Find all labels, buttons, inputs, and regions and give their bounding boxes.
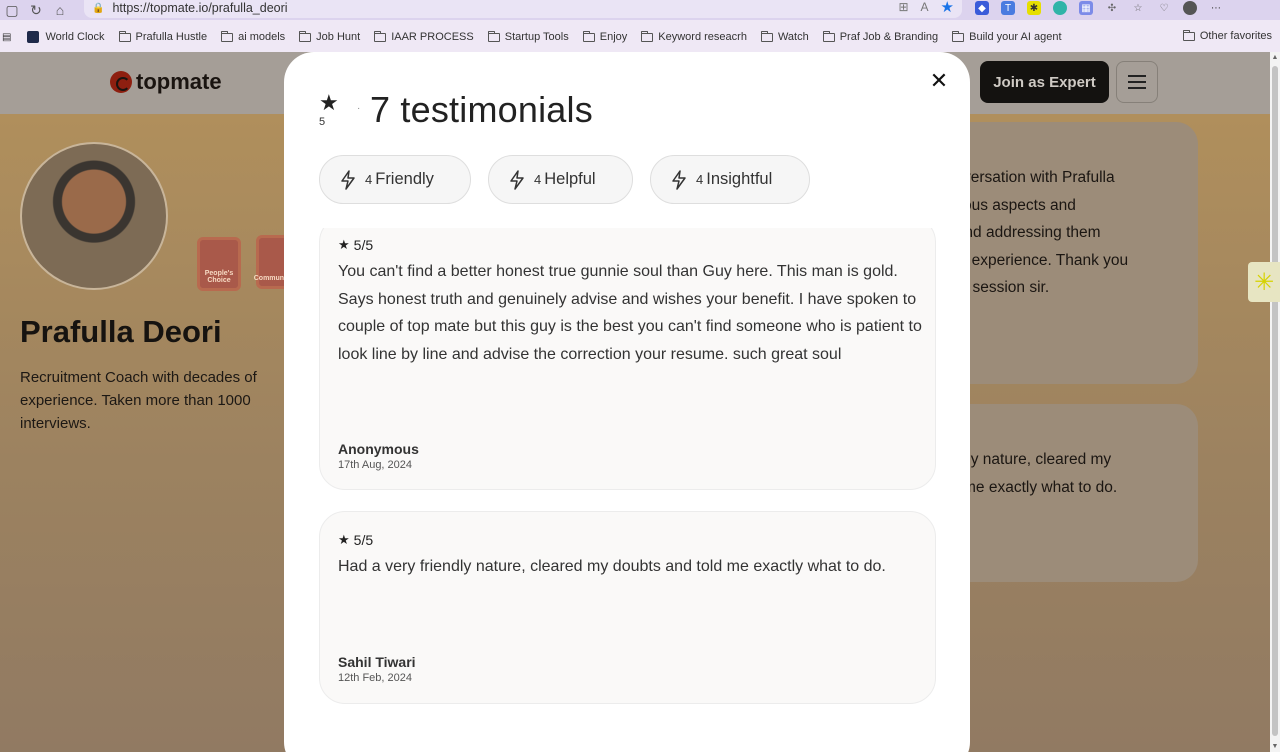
folder-icon [582, 30, 595, 42]
read-aloud-icon[interactable]: A [921, 0, 929, 16]
extension-sparkle-icon[interactable]: ✱ [1027, 1, 1041, 15]
folder-icon [374, 30, 387, 42]
scroll-up-arrow-icon[interactable]: ▲ [1270, 54, 1280, 61]
folder-icon [952, 30, 965, 42]
clock-icon [27, 31, 40, 43]
app-available-icon[interactable]: ⊞ [898, 0, 908, 16]
sidebar-toggle-icon[interactable]: ▢ [0, 2, 24, 19]
bookmark-world-clock[interactable]: World Clock [27, 31, 105, 43]
average-rating: 5 [319, 116, 326, 128]
address-bar[interactable]: 🔒 https://topmate.io/prafulla_deori ⊞ A … [84, 0, 962, 18]
testimonial-card: ★ 5/5 You can't find a better honest tru… [319, 228, 936, 490]
testimonial-author: Anonymous [338, 441, 419, 457]
folder-icon [487, 30, 500, 42]
browser-toolbar: ▢ ↻ ⌂ 🔒 https://topmate.io/prafulla_deor… [0, 0, 1280, 20]
chip-count: 4 [696, 172, 704, 187]
page-scrollbar[interactable]: ▲ ▼ [1270, 52, 1280, 752]
folder-icon [118, 30, 131, 42]
favorites-icon[interactable]: ☆ [1131, 1, 1145, 15]
folder-icon [641, 30, 654, 42]
bookmarks-toggle-icon[interactable]: ▤ [2, 32, 11, 43]
peoples-choice-badge: People's Choice [197, 237, 241, 291]
folder-icon [221, 30, 234, 42]
bookmark-keyword-research[interactable]: Keyword reseacrh [641, 30, 747, 43]
testimonial-text: Had a very friendly nature, cleared my d… [338, 558, 886, 575]
logo-mark-icon [110, 71, 132, 93]
menu-line [1128, 87, 1146, 89]
testimonial-card: ★ 5/5 Had a very friendly nature, cleare… [319, 511, 936, 704]
chip-count: 4 [365, 172, 373, 187]
bookmark-startup-tools[interactable]: Startup Tools [487, 30, 569, 43]
testimonial-author: Sahil Tiwari [338, 654, 416, 670]
scroll-down-arrow-icon[interactable]: ▼ [1270, 743, 1280, 750]
scrollbar-thumb[interactable] [1272, 66, 1278, 736]
background-testimonial-card: conversation with Prafulla various aspec… [938, 122, 1198, 384]
home-icon[interactable]: ⌂ [48, 2, 72, 18]
health-icon[interactable]: ♡ [1157, 1, 1171, 15]
star-icon: ★ [338, 237, 350, 252]
favorite-star-icon[interactable]: ★ [941, 0, 954, 16]
testimonial-date: 17th Aug, 2024 [338, 459, 413, 471]
folder-icon [1182, 29, 1195, 41]
hamburger-menu-button[interactable] [1116, 61, 1158, 103]
menu-line [1128, 81, 1146, 83]
extension-circle-icon[interactable] [1053, 1, 1067, 15]
lightning-bolt-icon [509, 169, 525, 190]
profile-avatar-icon[interactable] [1183, 1, 1197, 15]
background-testimonial-card: iendly nature, cleared my old me exactly… [938, 404, 1198, 582]
extension-cube-icon[interactable]: ◆ [975, 1, 989, 15]
refresh-icon[interactable]: ↻ [24, 2, 48, 19]
profile-name: Prafulla Deori [20, 314, 222, 349]
testimonials-title: 7 testimonials [370, 89, 593, 130]
lightning-bolt-icon [671, 169, 687, 190]
chip-count: 4 [534, 172, 542, 187]
profile-bio: Recruitment Coach with decades of experi… [20, 369, 257, 432]
extensions-puzzle-icon[interactable]: ✣ [1105, 1, 1119, 15]
testimonial-rating: ★ 5/5 [338, 237, 374, 253]
separator-dot: · [357, 103, 361, 114]
folder-icon [760, 30, 773, 42]
bookmark-iaar-process[interactable]: IAAR PROCESS [374, 30, 474, 43]
filter-chip-insightful[interactable]: 4 Insightful [650, 155, 810, 204]
extension-grid-icon[interactable]: ▦ [1079, 1, 1093, 15]
rating-star-icon: ★ [319, 90, 339, 115]
bookmark-job-hunt[interactable]: Job Hunt [299, 30, 360, 43]
more-menu-icon[interactable]: ⋯ [1209, 1, 1223, 15]
chip-label: Friendly [375, 170, 434, 188]
folder-icon [822, 30, 835, 42]
floating-assistant-icon[interactable]: ✳ [1248, 262, 1280, 302]
chip-label: Insightful [706, 170, 773, 188]
bookmarks-bar: ▤ World Clock Prafulla Hustle ai models … [0, 26, 1280, 48]
avatar [20, 142, 168, 290]
bookmark-build-ai-agent[interactable]: Build your AI agent [952, 30, 1062, 43]
testimonial-text: You can't find a better honest true gunn… [338, 263, 922, 363]
filter-chip-helpful[interactable]: 4 Helpful [488, 155, 633, 204]
extension-translate-icon[interactable]: T [1001, 1, 1015, 15]
testimonial-date: 12th Feb, 2024 [338, 672, 413, 684]
bookmark-praf-job-branding[interactable]: Praf Job & Branding [822, 30, 938, 43]
url-text[interactable]: https://topmate.io/prafulla_deori [112, 1, 287, 15]
bookmark-watch[interactable]: Watch [760, 30, 809, 43]
bookmark-other-favorites[interactable]: Other favorites [1182, 29, 1272, 42]
bookmark-prafulla-hustle[interactable]: Prafulla Hustle [118, 30, 207, 43]
filter-chip-friendly[interactable]: 4 Friendly [319, 155, 471, 204]
testimonial-rating: ★ 5/5 [338, 532, 374, 548]
testimonials-list[interactable]: ★ 5/5 You can't find a better honest tru… [319, 228, 936, 728]
join-as-expert-button[interactable]: Join as Expert [980, 61, 1109, 103]
star-icon: ★ [338, 532, 350, 547]
folder-icon [299, 30, 312, 42]
bookmark-ai-models[interactable]: ai models [221, 30, 285, 43]
close-icon[interactable]: ✕ [926, 68, 952, 94]
lock-icon[interactable]: 🔒 [92, 3, 104, 14]
topmate-logo[interactable]: topmate [110, 69, 222, 95]
chip-label: Helpful [544, 170, 596, 188]
menu-line [1128, 75, 1146, 77]
lightning-bolt-icon [340, 169, 356, 190]
bookmark-enjoy[interactable]: Enjoy [582, 30, 627, 43]
